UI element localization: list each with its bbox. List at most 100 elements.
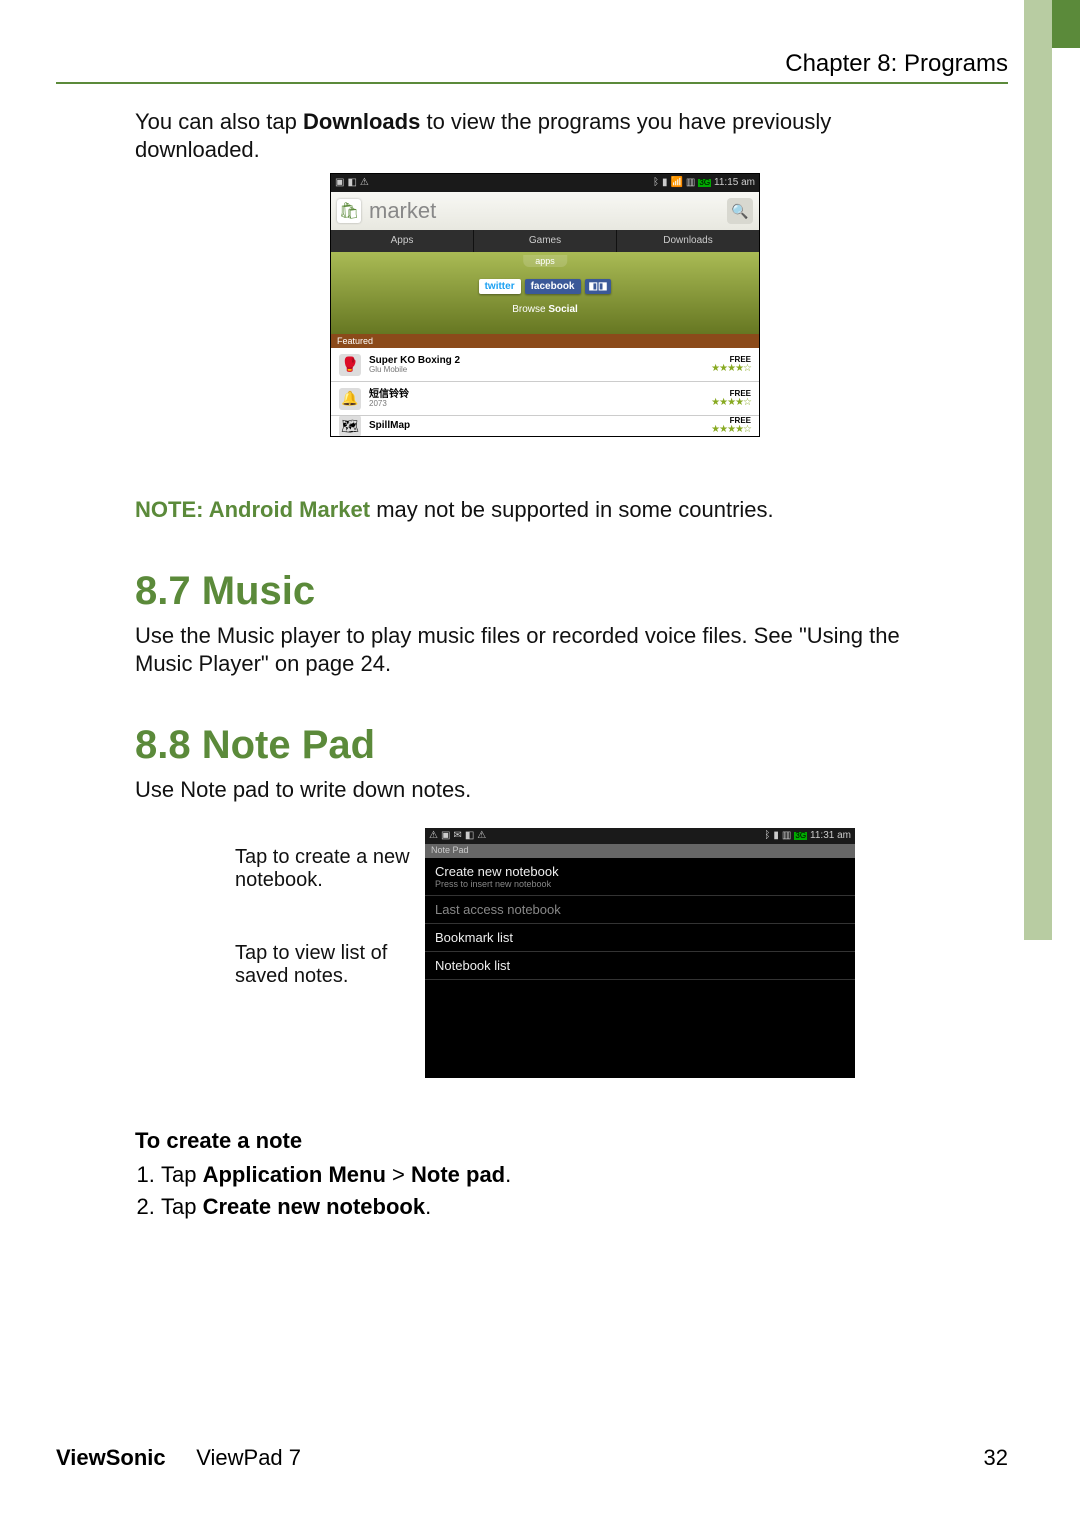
footer-page: 32: [984, 1445, 1008, 1471]
star-icon: ★★★★☆: [711, 398, 751, 408]
status-icon: ◧: [465, 831, 474, 841]
warning-icon: ⚠: [429, 831, 438, 841]
chip-twitter[interactable]: twitter: [479, 279, 521, 294]
status-icons-left: ⚠ ▣ ✉ ◧ ⚠: [429, 831, 486, 841]
music-body: Use the Music player to play music files…: [135, 622, 955, 677]
instructions-subhead: To create a note: [135, 1128, 955, 1154]
notepad-callouts: Tap to create a new notebook. Tap to vie…: [235, 828, 415, 1078]
np-item-notebooklist[interactable]: Notebook list: [425, 952, 855, 980]
app-info: 短信铃铃 2073: [369, 390, 703, 408]
np-item-sub: Press to insert new notebook: [435, 879, 845, 889]
market-banner: apps twitter facebook ◧◨ Browse Social: [331, 252, 759, 334]
np-item-create[interactable]: Create new notebook Press to insert new …: [425, 858, 855, 896]
np-item-main: Bookmark list: [435, 930, 845, 945]
warning-icon: ⚠: [477, 831, 486, 841]
app-info: Super KO Boxing 2 Glu Mobile: [369, 356, 703, 374]
battery-icon: ▮: [662, 178, 668, 188]
callout-viewlist: Tap to view list of saved notes.: [235, 942, 415, 988]
signal-icon: 📶: [670, 178, 682, 188]
step-sep: >: [386, 1162, 411, 1187]
instructions-list: Tap Application Menu > Note pad. Tap Cre…: [161, 1160, 955, 1224]
notepad-screenshot-wrap: Tap to create a new notebook. Tap to vie…: [135, 828, 955, 1078]
tab-downloads[interactable]: Downloads: [617, 230, 759, 252]
status-icons-right: ᛒ ▮ 📶 ▥ 3G 11:15 am: [653, 178, 755, 188]
app-publisher: 2073: [369, 400, 703, 408]
footer-left: ViewSonic ViewPad 7: [56, 1445, 301, 1471]
app-meta: FREE ★★★★☆: [711, 390, 751, 408]
status-time: 11:15 am: [714, 178, 755, 188]
app-icon: 🥊: [339, 354, 361, 376]
np-item-bookmark[interactable]: Bookmark list: [425, 924, 855, 952]
cell-icon: ▥: [686, 178, 695, 188]
bluetooth-icon: ᛒ: [653, 178, 659, 188]
header-rule: [56, 82, 1008, 84]
step-pre: Tap: [161, 1162, 203, 1187]
app-row[interactable]: 🔔 短信铃铃 2073 FREE ★★★★☆: [331, 382, 759, 416]
step-post: .: [425, 1194, 431, 1219]
footer-brand: ViewSonic: [56, 1445, 166, 1470]
step-bold: Create new notebook: [203, 1194, 425, 1219]
status-icon: ◧: [347, 178, 356, 188]
search-button[interactable]: 🔍: [727, 198, 753, 224]
status-time: 11:31 am: [810, 831, 851, 841]
app-name: 短信铃铃: [369, 390, 703, 400]
step-post: .: [505, 1162, 511, 1187]
banner-browse[interactable]: Browse Social: [512, 304, 578, 315]
heading-notepad: 8.8 Note Pad: [135, 723, 955, 768]
featured-label: Featured: [331, 334, 759, 348]
banner-title: apps: [523, 255, 567, 267]
app-row[interactable]: 🗺 SpillMap FREE ★★★★☆: [331, 416, 759, 436]
note-bold: Android Market: [209, 497, 370, 522]
app-name: Super KO Boxing 2: [369, 356, 703, 366]
app-name: SpillMap: [369, 421, 703, 431]
status-icon: ▣: [441, 831, 450, 841]
chip-app[interactable]: ◧◨: [585, 279, 612, 294]
network-icon: 3G: [794, 832, 807, 840]
step-bold: Application Menu: [203, 1162, 386, 1187]
step-1: Tap Application Menu > Note pad.: [161, 1160, 955, 1191]
battery-icon: ▮: [773, 831, 779, 841]
notepad-statusbar: ⚠ ▣ ✉ ◧ ⚠ ᛒ ▮ ▥ 3G 11:31 am: [425, 828, 855, 844]
np-item-main: Last access notebook: [435, 902, 845, 917]
step-2: Tap Create new notebook.: [161, 1192, 955, 1223]
bluetooth-icon: ᛒ: [764, 831, 770, 841]
notepad-titlebar: Note Pad: [425, 844, 855, 858]
warning-icon: ⚠: [360, 178, 369, 188]
search-icon: 🔍: [731, 203, 748, 220]
android-icon: 🛍: [339, 201, 359, 221]
app-meta: FREE ★★★★☆: [711, 356, 751, 374]
np-item-lastaccess[interactable]: Last access notebook: [425, 896, 855, 924]
np-item-main: Notebook list: [435, 958, 845, 973]
app-icon: 🗺: [339, 416, 361, 436]
tab-games[interactable]: Games: [474, 230, 617, 252]
app-icon: 🔔: [339, 388, 361, 410]
market-screenshot-wrap: ▣ ◧ ⚠ ᛒ ▮ 📶 ▥ 3G 11:15 am 🛍 market 🔍: [135, 173, 955, 437]
status-icons-right: ᛒ ▮ ▥ 3G 11:31 am: [764, 831, 851, 841]
step-pre: Tap: [161, 1194, 203, 1219]
chapter-header: Chapter 8: Programs: [785, 50, 1008, 78]
star-icon: ★★★★☆: [711, 425, 751, 435]
status-icon: ✉: [453, 831, 461, 841]
star-icon: ★★★★☆: [711, 364, 751, 374]
note-line: NOTE: Android Market may not be supporte…: [135, 497, 955, 523]
chip-facebook[interactable]: facebook: [525, 279, 581, 294]
side-bar-accent: [1024, 0, 1052, 940]
tab-apps[interactable]: Apps: [331, 230, 474, 252]
app-publisher: Glu Mobile: [369, 366, 703, 374]
status-icons-left: ▣ ◧ ⚠: [335, 178, 369, 188]
footer-model: ViewPad 7: [196, 1445, 301, 1470]
page-content: You can also tap Downloads to view the p…: [135, 108, 955, 1225]
heading-music: 8.7 Music: [135, 569, 955, 614]
intro-paragraph: You can also tap Downloads to view the p…: [135, 108, 955, 163]
banner-chips: twitter facebook ◧◨: [479, 279, 612, 294]
cell-icon: ▥: [782, 831, 791, 841]
notepad-screenshot: ⚠ ▣ ✉ ◧ ⚠ ᛒ ▮ ▥ 3G 11:31 am Note Pad Cre…: [425, 828, 855, 1078]
notepad-body: Use Note pad to write down notes.: [135, 776, 955, 804]
status-icon: ▣: [335, 178, 344, 188]
app-row[interactable]: 🥊 Super KO Boxing 2 Glu Mobile FREE ★★★★…: [331, 348, 759, 382]
network-icon: 3G: [698, 179, 711, 187]
step-bold: Note pad: [411, 1162, 505, 1187]
app-meta: FREE ★★★★☆: [711, 417, 751, 435]
market-tabs: Apps Games Downloads: [331, 230, 759, 252]
page-footer: ViewSonic ViewPad 7 32: [56, 1445, 1008, 1471]
